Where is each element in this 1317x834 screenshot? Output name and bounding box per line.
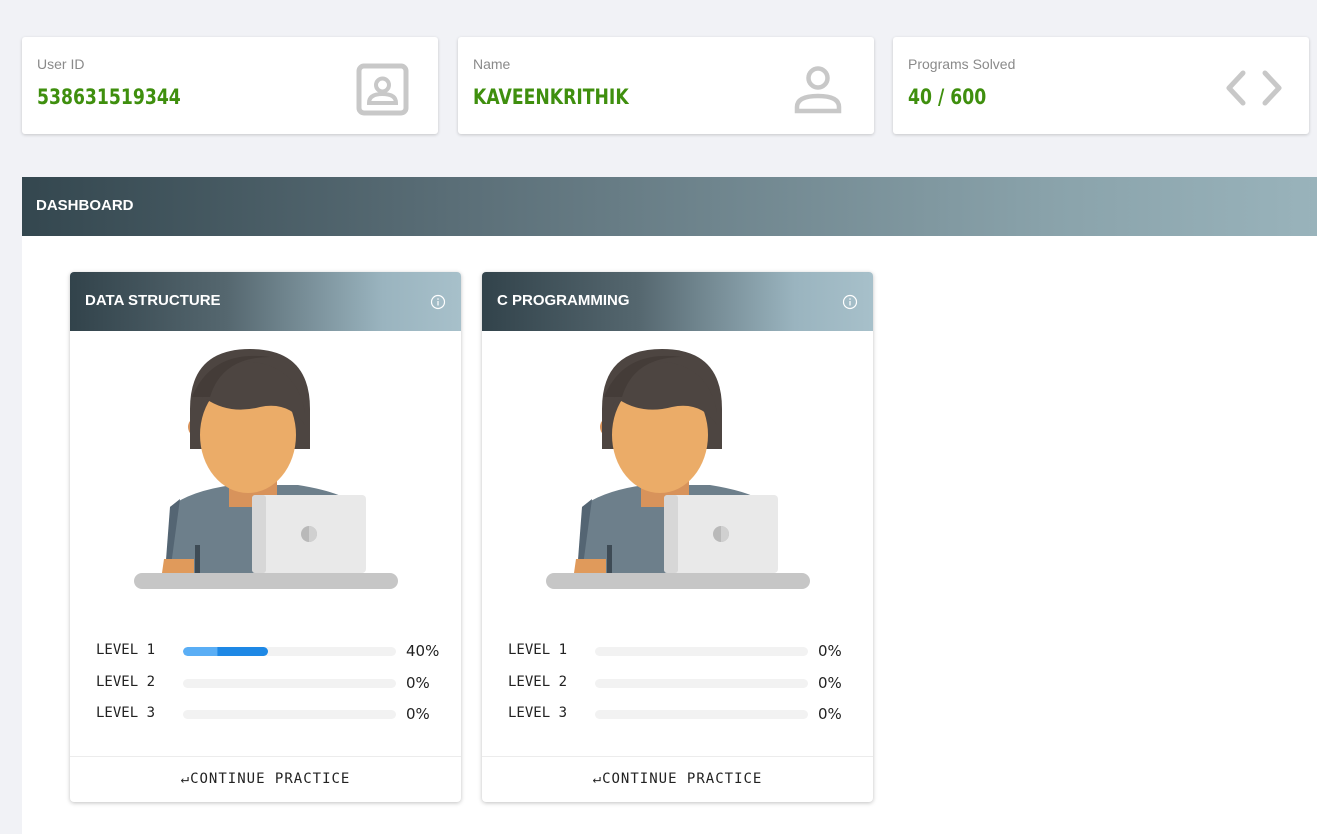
level-label: LEVEL 3	[508, 705, 568, 721]
user-icon	[794, 66, 842, 114]
programs-solved-card: Programs Solved 40 / 600	[893, 37, 1309, 134]
name-label: Name	[473, 56, 511, 72]
level-percent: 0%	[818, 642, 842, 660]
level-progress-bar	[595, 710, 808, 719]
contact-card-icon	[356, 63, 409, 116]
name-card: Name KAVEENKRITHIK	[458, 37, 874, 134]
enter-arrow-icon: ↵	[180, 771, 191, 787]
dashboard-title: DASHBOARD	[36, 197, 134, 214]
course-card-header: C PROGRAMMING	[482, 272, 873, 331]
level-progress-bar	[595, 679, 808, 688]
code-brackets-icon	[1226, 70, 1282, 106]
level-percent: 0%	[818, 705, 842, 723]
info-icon[interactable]	[842, 294, 858, 310]
level-progress-fill	[183, 647, 269, 656]
level-percent: 0%	[406, 674, 430, 692]
level-label: LEVEL 1	[96, 642, 156, 658]
student-laptop-illustration	[546, 349, 810, 589]
user-id-card: User ID 538631519344	[22, 37, 438, 134]
course-title: DATA STRUCTURE	[85, 292, 221, 309]
course-card-data-structure: DATA STRUCTURE LEVEL 1 40% LEVEL 2 0% LE…	[70, 272, 461, 802]
continue-practice-label: CONTINUE PRACTICE	[602, 771, 763, 787]
level-label: LEVEL 3	[96, 705, 156, 721]
name-value: KAVEENKRITHIK	[473, 85, 629, 109]
enter-arrow-icon: ↵	[592, 771, 603, 787]
course-card-header: DATA STRUCTURE	[70, 272, 461, 331]
continue-practice-button[interactable]: ↵CONTINUE PRACTICE	[70, 756, 461, 802]
user-id-value: 538631519344	[37, 85, 181, 109]
level-progress-bar	[183, 710, 396, 719]
level-label: LEVEL 2	[508, 674, 568, 690]
level-label: LEVEL 1	[508, 642, 568, 658]
level-percent: 40%	[406, 642, 440, 660]
programs-solved-label: Programs Solved	[908, 56, 1016, 72]
student-laptop-illustration	[134, 349, 398, 589]
programs-solved-value: 40 / 600	[908, 85, 987, 109]
level-percent: 0%	[818, 674, 842, 692]
level-progress-bar	[595, 647, 808, 656]
level-progress-bar	[183, 647, 396, 656]
info-icon[interactable]	[430, 294, 446, 310]
dashboard-header: DASHBOARD	[22, 177, 1317, 236]
continue-practice-label: CONTINUE PRACTICE	[190, 771, 351, 787]
level-percent: 0%	[406, 705, 430, 723]
course-title: C PROGRAMMING	[497, 292, 630, 309]
level-progress-bar	[183, 679, 396, 688]
continue-practice-button[interactable]: ↵CONTINUE PRACTICE	[482, 756, 873, 802]
level-label: LEVEL 2	[96, 674, 156, 690]
course-card-c-programming: C PROGRAMMING LEVEL 1 0% LEVEL 2 0% LEVE…	[482, 272, 873, 802]
user-id-label: User ID	[37, 56, 85, 72]
